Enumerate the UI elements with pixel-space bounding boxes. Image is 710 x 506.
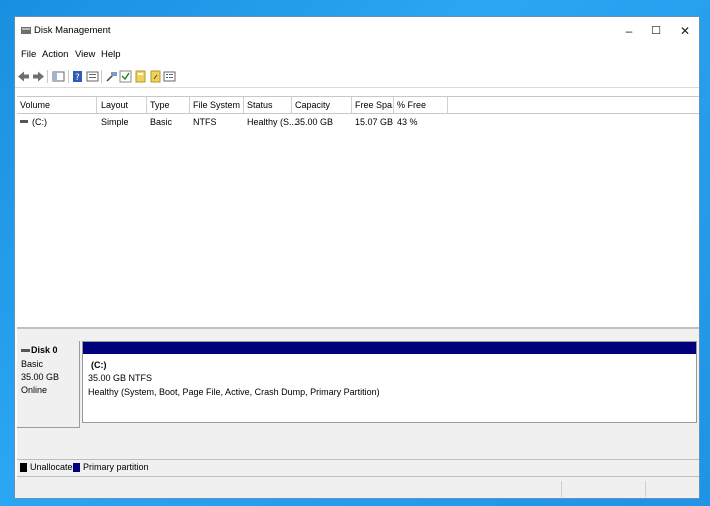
toolbar-separator <box>101 70 102 83</box>
disk-icon <box>21 349 30 353</box>
disk-management-window: Disk Management – ☐ ✕ File Action View H… <box>14 16 700 499</box>
column-free-space[interactable]: Free Spa... <box>352 97 394 113</box>
list-view-icon[interactable] <box>163 70 176 83</box>
table-row[interactable]: (C:) Simple Basic NTFS Healthy (S... 35.… <box>17 115 699 129</box>
new-volume-icon[interactable] <box>134 70 147 83</box>
disk-name: Disk 0 <box>31 345 58 355</box>
console-tree-icon[interactable] <box>52 70 65 83</box>
column-status[interactable]: Status <box>244 97 292 113</box>
partition-c[interactable]: (C:) 35.00 GB NTFS Healthy (System, Boot… <box>82 341 697 423</box>
title-bar[interactable]: Disk Management – ☐ ✕ <box>15 17 699 45</box>
column-file-system[interactable]: File System <box>190 97 244 113</box>
window-title: Disk Management <box>34 25 111 36</box>
menu-view[interactable]: View <box>75 49 95 60</box>
partition-color-bar <box>83 342 696 354</box>
check-icon[interactable] <box>119 70 132 83</box>
close-button[interactable]: ✕ <box>671 20 699 42</box>
unallocated-swatch <box>20 463 27 472</box>
cell-capacity: 35.00 GB <box>295 117 334 127</box>
cell-file-system: NTFS <box>193 117 217 127</box>
cell-type: Basic <box>150 117 173 127</box>
cell-percent-free: 43 % <box>397 117 418 127</box>
disk-state: Online <box>21 385 48 395</box>
connect-icon[interactable] <box>105 70 118 83</box>
minimize-button[interactable]: – <box>615 20 643 42</box>
menu-action[interactable]: Action <box>42 49 68 60</box>
disk-management-icon <box>21 27 31 34</box>
disk-type: Basic <box>21 359 44 369</box>
column-capacity[interactable]: Capacity <box>292 97 352 113</box>
status-divider <box>645 481 646 497</box>
cell-status: Healthy (S... <box>247 117 297 127</box>
svg-text:?: ? <box>75 73 80 83</box>
help-icon[interactable]: ? <box>72 70 85 83</box>
menu-file[interactable]: File <box>21 49 36 60</box>
volume-list-header: Volume Layout Type File System Status Ca… <box>17 96 699 114</box>
column-percent-free[interactable]: % Free <box>394 97 448 113</box>
legend: Unallocated Primary partition <box>17 459 699 477</box>
menu-help[interactable]: Help <box>101 49 121 60</box>
cell-volume: (C:) <box>32 117 47 127</box>
disk-name-line: Disk 0 <box>21 345 58 355</box>
primary-partition-swatch <box>73 463 80 472</box>
partition-status: Healthy (System, Boot, Page File, Active… <box>88 387 380 397</box>
maximize-button[interactable]: ☐ <box>642 20 670 42</box>
disk-0-label[interactable]: Disk 0 Basic 35.00 GB Online <box>17 341 80 428</box>
export-icon[interactable] <box>149 70 162 83</box>
cell-layout: Simple <box>101 117 129 127</box>
disk-size: 35.00 GB <box>21 372 60 382</box>
legend-primary-partition: Primary partition <box>83 462 149 472</box>
toolbar-separator <box>68 70 69 83</box>
cell-free-space: 15.07 GB <box>355 117 394 127</box>
column-layout[interactable]: Layout <box>98 97 147 113</box>
back-icon[interactable] <box>17 70 30 83</box>
partition-label: (C:) <box>91 360 107 370</box>
status-divider <box>561 481 562 497</box>
status-bar <box>15 479 699 498</box>
toolbar: ? <box>15 67 699 88</box>
toolbar-separator <box>47 70 48 83</box>
volume-icon <box>20 120 28 123</box>
column-volume[interactable]: Volume <box>17 97 97 113</box>
legend-unallocated: Unallocated <box>30 462 78 472</box>
forward-icon[interactable] <box>32 70 45 83</box>
partition-size-fs: 35.00 GB NTFS <box>88 373 153 383</box>
column-type[interactable]: Type <box>147 97 190 113</box>
properties-icon[interactable] <box>86 70 99 83</box>
